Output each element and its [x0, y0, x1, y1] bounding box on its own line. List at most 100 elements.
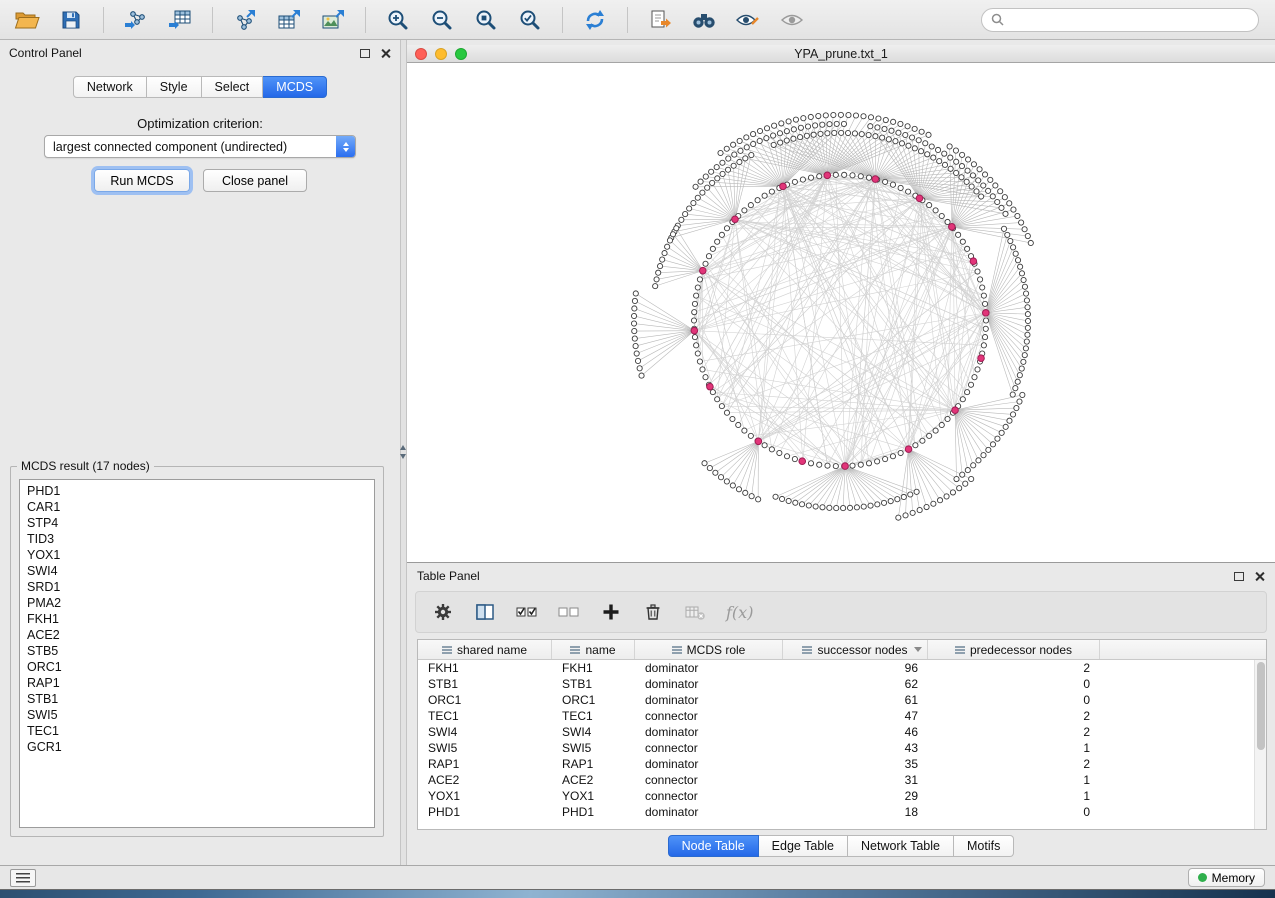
mcds-node-item[interactable]: CAR1 [20, 499, 374, 515]
table-cell: connector [635, 709, 783, 723]
float-panel-icon[interactable] [360, 49, 370, 58]
mcds-node-item[interactable]: SRD1 [20, 579, 374, 595]
network-graph[interactable] [407, 63, 1275, 562]
mcds-result-list[interactable]: PHD1CAR1STP4TID3YOX1SWI4SRD1PMA2FKH1ACE2… [19, 479, 375, 828]
table-cell: 1 [928, 773, 1100, 787]
deselect-all-button[interactable] [558, 601, 580, 623]
memory-button[interactable]: Memory [1188, 868, 1265, 887]
export-table-button[interactable] [272, 4, 306, 36]
criterion-dropdown[interactable]: largest connected component (undirected) [44, 135, 356, 158]
mcds-node-item[interactable]: RAP1 [20, 675, 374, 691]
select-all-button[interactable] [516, 601, 538, 623]
mcds-node-item[interactable]: ACE2 [20, 627, 374, 643]
table-cell: TEC1 [418, 709, 552, 723]
table-row[interactable]: ORC1ORC1dominator610 [418, 692, 1254, 708]
add-column-button[interactable] [600, 601, 622, 623]
panel-splitter[interactable] [400, 40, 407, 865]
table-cell: RAP1 [418, 757, 552, 771]
table-row[interactable]: ACE2ACE2connector311 [418, 772, 1254, 788]
find-button[interactable] [687, 4, 721, 36]
maximize-window-icon[interactable] [455, 48, 467, 60]
tab-select[interactable]: Select [202, 76, 264, 98]
function-builder-label[interactable]: f(x) [726, 603, 753, 622]
close-panel-icon[interactable] [1254, 571, 1265, 582]
table-cell: connector [635, 789, 783, 803]
open-file-button[interactable] [10, 4, 44, 36]
search-input[interactable] [1010, 13, 1249, 27]
zoom-out-button[interactable] [425, 4, 459, 36]
mcds-node-item[interactable]: STB1 [20, 691, 374, 707]
table-row[interactable]: RAP1RAP1dominator352 [418, 756, 1254, 772]
table-settings-button[interactable] [432, 601, 454, 623]
toolbar-separator [212, 7, 213, 33]
tab-node-table[interactable]: Node Table [668, 835, 759, 857]
tab-network[interactable]: Network [73, 76, 147, 98]
table-row[interactable]: STB1STB1dominator620 [418, 676, 1254, 692]
mcds-node-item[interactable]: ORC1 [20, 659, 374, 675]
table-cell: ORC1 [552, 693, 635, 707]
refresh-button[interactable] [578, 4, 612, 36]
scrollbar-thumb[interactable] [1257, 662, 1265, 750]
column-header-predecessor-nodes[interactable]: predecessor nodes [928, 640, 1100, 659]
table-cell: 1 [928, 789, 1100, 803]
show-columns-button[interactable] [474, 601, 496, 623]
mcds-node-item[interactable]: PMA2 [20, 595, 374, 611]
table-row[interactable]: YOX1YOX1connector291 [418, 788, 1254, 804]
table-cell: dominator [635, 805, 783, 819]
mcds-node-item[interactable]: TEC1 [20, 723, 374, 739]
export-image-button[interactable] [316, 4, 350, 36]
float-panel-icon[interactable] [1234, 572, 1244, 581]
delete-column-button[interactable] [642, 601, 664, 623]
import-table-button[interactable] [163, 4, 197, 36]
zoom-actual-button[interactable] [469, 4, 503, 36]
close-panel-icon[interactable] [380, 48, 391, 59]
save-button[interactable] [54, 4, 88, 36]
column-header-shared-name[interactable]: shared name [418, 640, 552, 659]
import-network-button[interactable] [119, 4, 153, 36]
memory-status-icon [1198, 873, 1207, 882]
mcds-node-item[interactable]: SWI5 [20, 707, 374, 723]
binoculars-icon [691, 9, 717, 31]
column-header-MCDS-role[interactable]: MCDS role [635, 640, 783, 659]
table-cell: dominator [635, 693, 783, 707]
close-window-icon[interactable] [415, 48, 427, 60]
close-panel-button[interactable]: Close panel [203, 169, 307, 192]
column-header-name[interactable]: name [552, 640, 635, 659]
clone-network-button[interactable] [643, 4, 677, 36]
mcds-node-item[interactable]: PHD1 [20, 483, 374, 499]
mcds-node-item[interactable]: STP4 [20, 515, 374, 531]
clone-network-icon [648, 9, 672, 31]
tab-style[interactable]: Style [147, 76, 202, 98]
minimize-window-icon[interactable] [435, 48, 447, 60]
tab-network-table[interactable]: Network Table [848, 835, 954, 857]
tab-mcds[interactable]: MCDS [263, 76, 327, 98]
tab-motifs[interactable]: Motifs [954, 835, 1014, 857]
mcds-node-item[interactable]: GCR1 [20, 739, 374, 755]
table-row[interactable]: SWI4SWI4dominator462 [418, 724, 1254, 740]
table-cell: SWI5 [552, 741, 635, 755]
network-canvas[interactable] [407, 63, 1275, 562]
apply-style-button[interactable] [731, 4, 765, 36]
table-row[interactable]: PHD1PHD1dominator180 [418, 804, 1254, 820]
table-row[interactable]: FKH1FKH1dominator962 [418, 660, 1254, 676]
mcds-node-item[interactable]: SWI4 [20, 563, 374, 579]
zoom-fit-button[interactable] [513, 4, 547, 36]
mcds-node-item[interactable]: TID3 [20, 531, 374, 547]
run-mcds-button[interactable]: Run MCDS [94, 169, 190, 192]
column-header-successor-nodes[interactable]: successor nodes [783, 640, 928, 659]
mcds-node-item[interactable]: FKH1 [20, 611, 374, 627]
tab-edge-table[interactable]: Edge Table [759, 835, 848, 857]
export-network-button[interactable] [228, 4, 262, 36]
column-label: predecessor nodes [970, 643, 1072, 657]
toggle-visibility-button[interactable] [775, 4, 809, 36]
node-table-header: shared namenameMCDS rolesuccessor nodes p… [418, 640, 1266, 660]
table-row[interactable]: TEC1TEC1connector472 [418, 708, 1254, 724]
mcds-node-item[interactable]: YOX1 [20, 547, 374, 563]
zoom-in-button[interactable] [381, 4, 415, 36]
style-eye-icon [735, 9, 761, 31]
table-cell: ACE2 [552, 773, 635, 787]
task-history-button[interactable] [10, 869, 36, 887]
table-scrollbar[interactable] [1254, 660, 1266, 829]
table-row[interactable]: SWI5SWI5connector431 [418, 740, 1254, 756]
mcds-node-item[interactable]: STB5 [20, 643, 374, 659]
